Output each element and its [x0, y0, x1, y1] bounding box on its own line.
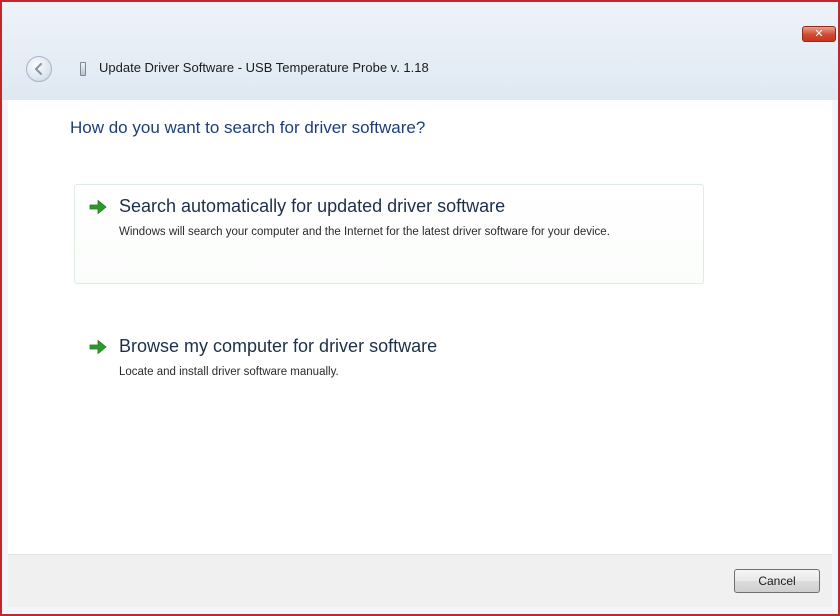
page-heading: How do you want to search for driver sof… — [70, 118, 426, 137]
back-arrow-icon — [34, 62, 43, 76]
update-driver-dialog: ✕ Update Driver Software - USB Temperatu… — [0, 0, 840, 616]
green-arrow-icon — [89, 339, 107, 355]
close-button[interactable]: ✕ — [802, 26, 836, 42]
browse-computer-option[interactable]: Browse my computer for driver software L… — [74, 324, 704, 390]
option-description: Locate and install driver software manua… — [119, 366, 339, 378]
search-automatically-option[interactable]: Search automatically for updated driver … — [74, 184, 704, 284]
green-arrow-icon — [89, 199, 107, 215]
cancel-button[interactable]: Cancel — [734, 569, 820, 593]
option-title: Search automatically for updated driver … — [119, 196, 506, 216]
wizard-content: How do you want to search for driver sof… — [8, 100, 832, 554]
back-button[interactable] — [26, 56, 52, 82]
close-icon: ✕ — [814, 27, 824, 40]
usb-device-icon — [80, 62, 86, 76]
option-description: Windows will search your computer and th… — [119, 226, 610, 238]
window-title: Update Driver Software - USB Temperature… — [99, 60, 429, 75]
title-bar: ✕ Update Driver Software - USB Temperatu… — [2, 2, 838, 100]
option-title: Browse my computer for driver software — [119, 336, 438, 356]
dialog-footer: Cancel — [8, 554, 832, 607]
